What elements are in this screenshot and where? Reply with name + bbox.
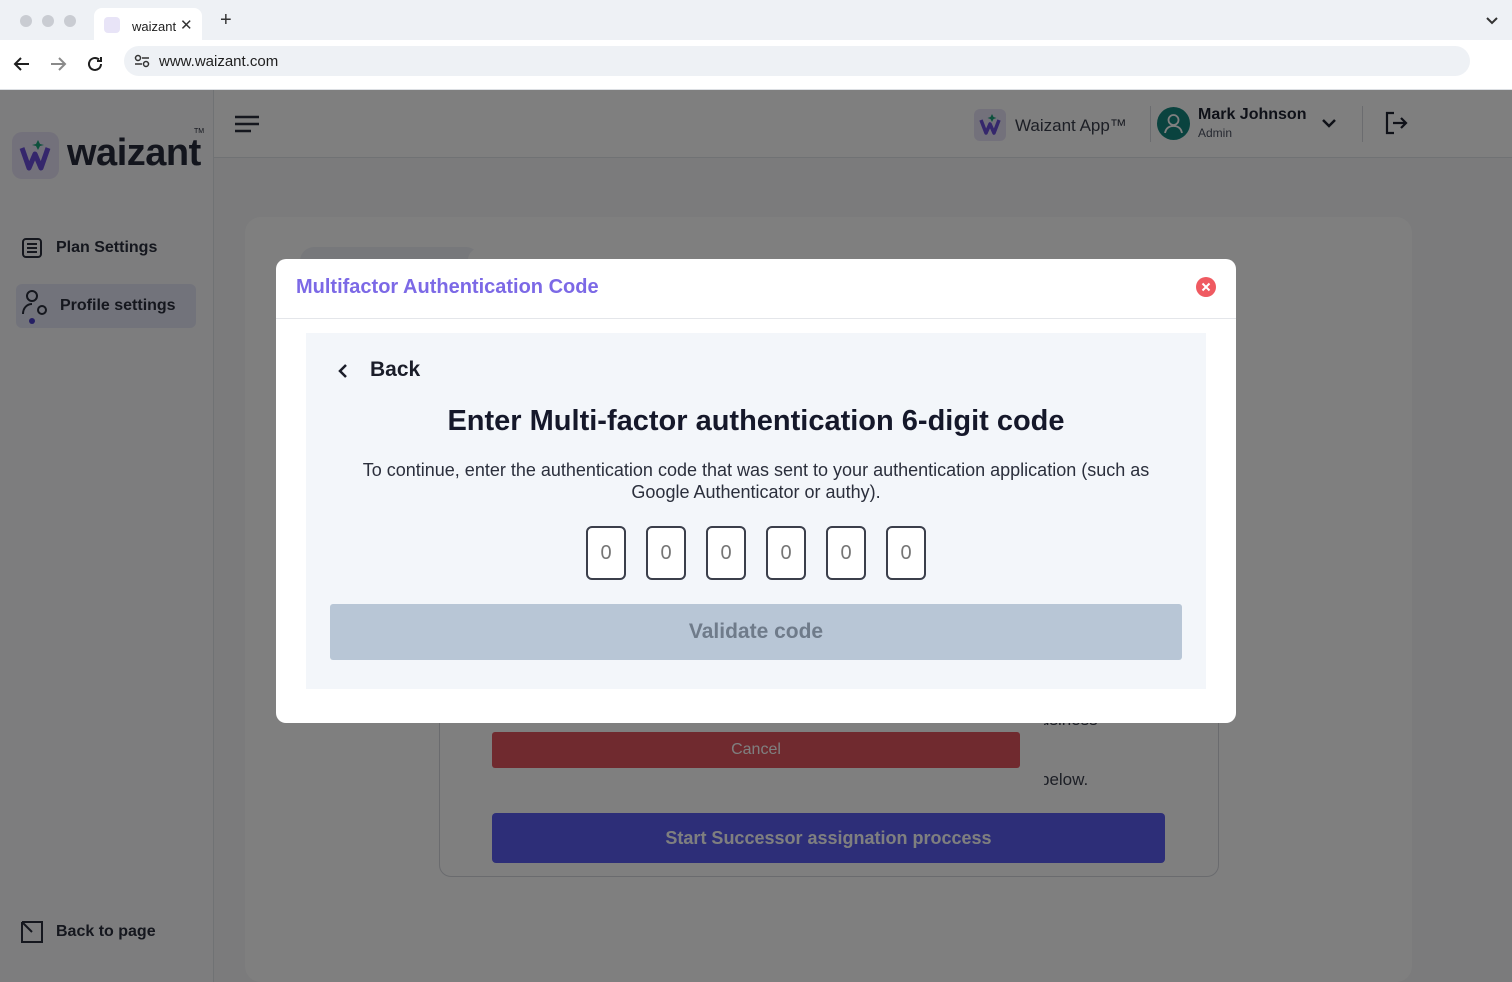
otp-digit-5[interactable] (826, 526, 866, 580)
close-icon[interactable] (1196, 277, 1216, 297)
new-tab-icon[interactable]: + (220, 10, 232, 30)
mfa-heading: Enter Multi-factor authentication 6-digi… (447, 405, 1065, 437)
back-button[interactable]: Back (332, 355, 432, 385)
modal-divider (276, 318, 1236, 319)
forward-arrow-icon[interactable] (46, 52, 70, 76)
back-label: Back (370, 358, 421, 381)
back-arrow-icon[interactable] (10, 52, 34, 76)
window-minimize-dot[interactable] (42, 15, 54, 27)
browser-toolbar: www.waizant.com (0, 40, 1512, 90)
browser-tab[interactable]: waizant ✕ (94, 8, 202, 40)
modal-title: Multifactor Authentication Code (296, 276, 599, 298)
otp-digit-4[interactable] (766, 526, 806, 580)
waizant-favicon-icon (104, 17, 120, 33)
validate-code-button[interactable]: Validate code (330, 604, 1182, 660)
mfa-body: Back Enter Multi-factor authentication 6… (306, 333, 1206, 689)
tab-title: waizant (132, 19, 177, 34)
mfa-modal: Multifactor Authentication Code Back Ent… (276, 259, 1236, 723)
otp-digit-3[interactable] (706, 526, 746, 580)
url-text: www.waizant.com (159, 53, 279, 70)
otp-digit-2[interactable] (646, 526, 686, 580)
otp-digit-1[interactable] (586, 526, 626, 580)
tab-list-chevron-icon[interactable] (1484, 12, 1500, 28)
browser-tab-strip: waizant ✕ + (0, 0, 1512, 40)
site-settings-icon[interactable] (134, 54, 150, 68)
reload-icon[interactable] (83, 52, 107, 76)
mfa-description: To continue, enter the authentication co… (362, 460, 1150, 502)
window-maximize-dot[interactable] (64, 15, 76, 27)
otp-code-inputs (586, 526, 926, 580)
window-close-dot[interactable] (20, 15, 32, 27)
tab-close-icon[interactable]: ✕ (180, 16, 193, 34)
otp-digit-6[interactable] (886, 526, 926, 580)
address-bar[interactable]: www.waizant.com (124, 46, 1470, 76)
chevron-left-icon (338, 364, 347, 378)
